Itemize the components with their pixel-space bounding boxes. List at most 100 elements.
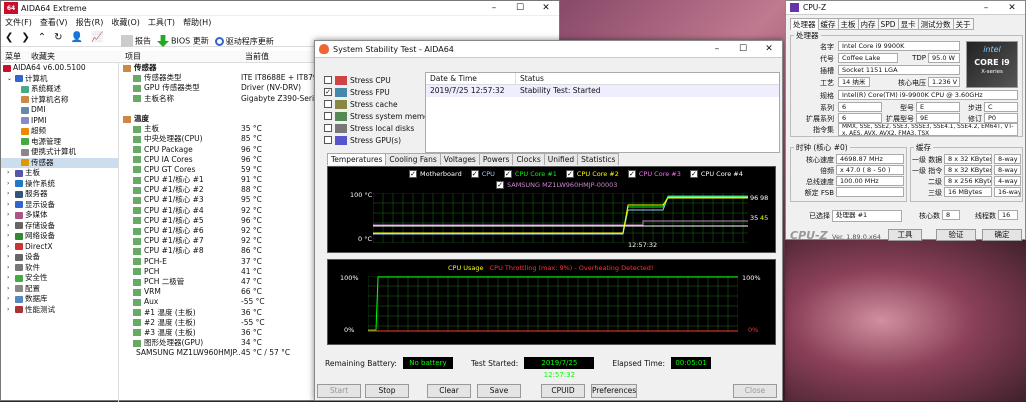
stress-checkbox[interactable]: ✓: [324, 88, 332, 96]
sensor-row[interactable]: SAMSUNG MZ1LW960HMJP... 45 °C / 57 °C: [121, 348, 321, 358]
close-button[interactable]: ✕: [533, 1, 559, 15]
sensor-row[interactable]: PCH 41 °C: [121, 267, 321, 277]
tree-item[interactable]: 传感器: [1, 157, 118, 168]
processor-select[interactable]: 处理器 #1: [832, 210, 902, 222]
sensor-row[interactable]: PCH 二极管 47 °C: [121, 277, 321, 287]
menu-view[interactable]: 查看(V): [40, 17, 68, 28]
expand-icon[interactable]: ›: [7, 231, 15, 242]
legend-item[interactable]: ✓ Motherboard: [406, 170, 462, 178]
chart-icon[interactable]: 📈: [91, 32, 103, 43]
stress-option[interactable]: Stress GPU(s): [321, 134, 436, 146]
tree-item[interactable]: › 配置: [1, 284, 118, 295]
start-button[interactable]: Start: [317, 384, 361, 398]
stress-option[interactable]: ✓ Stress FPU: [321, 86, 436, 98]
sensor-row[interactable]: CPU GT Cores 59 °C: [121, 165, 321, 175]
stress-option[interactable]: Stress CPU: [321, 74, 436, 86]
stress-checkbox[interactable]: [324, 136, 332, 144]
driver-update-button[interactable]: 驱动程序更新: [214, 36, 274, 47]
sensor-row[interactable]: CPU Package 96 °C: [121, 145, 321, 155]
tree-item[interactable]: IPMI: [1, 116, 118, 127]
ok-button[interactable]: 确定: [982, 229, 1022, 241]
sensor-row[interactable]: CPU #1/核心 #6 92 °C: [121, 226, 321, 236]
user-icon[interactable]: 👤: [71, 32, 83, 43]
tree-item[interactable]: › 多媒体: [1, 210, 118, 221]
tree-item[interactable]: › 安全性: [1, 273, 118, 284]
item-column-header[interactable]: 项目: [121, 51, 245, 62]
stability-minimize-button[interactable]: –: [704, 42, 730, 56]
sensor-row[interactable]: 温度: [121, 114, 321, 124]
sensor-row[interactable]: 主板 35 °C: [121, 124, 321, 134]
sensor-row[interactable]: CPU #1/核心 #2 88 °C: [121, 185, 321, 195]
tree-item[interactable]: › 软件: [1, 263, 118, 274]
legend-item[interactable]: ✓ CPU: [468, 170, 495, 178]
cpuz-minimize-button[interactable]: –: [973, 1, 999, 15]
preferences-button[interactable]: Preferences: [591, 384, 637, 398]
expand-icon[interactable]: ›: [7, 210, 15, 221]
stability-tab[interactable]: Temperatures: [327, 153, 387, 165]
legend-item[interactable]: ✓ CPU Core #4: [687, 170, 743, 178]
tree-item[interactable]: 系统概述: [1, 84, 118, 95]
forward-icon[interactable]: ❯: [21, 32, 29, 43]
log-header-status[interactable]: Status: [516, 73, 544, 84]
menu-help[interactable]: 帮助(H): [183, 17, 211, 28]
up-icon[interactable]: ⌃: [38, 32, 46, 43]
expand-icon[interactable]: ⌄: [7, 74, 15, 85]
stability-tab[interactable]: Unified: [543, 153, 579, 165]
sensor-row[interactable]: 图形处理器(GPU) 34 °C: [121, 338, 321, 348]
stability-maximize-button[interactable]: ☐: [730, 42, 756, 56]
back-icon[interactable]: ❮: [5, 32, 13, 43]
stress-option[interactable]: Stress local disks: [321, 122, 436, 134]
cpuz-tab[interactable]: 内存: [857, 18, 879, 30]
stability-tab[interactable]: Statistics: [577, 153, 620, 165]
clear-button[interactable]: Clear: [427, 384, 471, 398]
expand-icon[interactable]: ›: [7, 242, 15, 253]
sensor-row[interactable]: CPU #1/核心 #8 86 °C: [121, 246, 321, 256]
sensor-row[interactable]: 中央处理器(CPU) 85 °C: [121, 134, 321, 144]
stability-close-x-button[interactable]: ✕: [756, 42, 782, 56]
tree-item[interactable]: › 操作系统: [1, 179, 118, 190]
sensor-row[interactable]: Aux -55 °C: [121, 297, 321, 307]
sensor-row[interactable]: 传感器类型 ITE IT8688E + IT8795E: [121, 73, 321, 83]
expand-icon[interactable]: ›: [7, 179, 15, 190]
expand-icon[interactable]: ›: [7, 189, 15, 200]
stability-tab[interactable]: Voltages: [439, 153, 480, 165]
expand-icon[interactable]: ›: [7, 294, 15, 305]
expand-icon[interactable]: ›: [7, 263, 15, 274]
cpuz-close-x-button[interactable]: ✕: [999, 1, 1025, 15]
sensor-row[interactable]: CPU #1/核心 #7 92 °C: [121, 236, 321, 246]
expand-icon[interactable]: ›: [7, 273, 15, 284]
tree-item[interactable]: › 主板: [1, 168, 118, 179]
tree-item[interactable]: ⌄ 计算机: [1, 74, 118, 85]
sensor-row[interactable]: CPU #1/核心 #5 96 °C: [121, 216, 321, 226]
expand-icon[interactable]: ›: [7, 252, 15, 263]
tree-item[interactable]: › DirectX: [1, 242, 118, 253]
sensor-row[interactable]: PCH-E 37 °C: [121, 257, 321, 267]
tree-item[interactable]: › 网络设备: [1, 231, 118, 242]
stress-option[interactable]: Stress system memory: [321, 110, 436, 122]
tree-item[interactable]: 超频: [1, 126, 118, 137]
tree-item[interactable]: 电源管理: [1, 137, 118, 148]
legend-item[interactable]: ✓ CPU Core #3: [625, 170, 681, 178]
sensor-row[interactable]: CPU #1/核心 #3 95 °C: [121, 195, 321, 205]
refresh-icon[interactable]: ↻: [54, 32, 62, 43]
tree-item[interactable]: › 显示设备: [1, 200, 118, 211]
tree-item[interactable]: 计算机名称: [1, 95, 118, 106]
sensor-row[interactable]: CPU IA Cores 96 °C: [121, 155, 321, 165]
expand-icon[interactable]: ›: [7, 168, 15, 179]
stop-button[interactable]: Stop: [365, 384, 409, 398]
menu-tools[interactable]: 工具(T): [148, 17, 175, 28]
tree-item[interactable]: › 性能测试: [1, 305, 118, 316]
favorites-tab[interactable]: 收藏夹: [31, 51, 121, 62]
stability-tab[interactable]: Clocks: [512, 153, 545, 165]
sensor-row[interactable]: #2 温度 (主板) -55 °C: [121, 318, 321, 328]
sensor-row[interactable]: VRM 66 °C: [121, 287, 321, 297]
cpuz-tab[interactable]: SPD: [877, 18, 899, 30]
legend-item[interactable]: ✓ CPU Core #1: [501, 170, 557, 178]
save-button[interactable]: Save: [477, 384, 521, 398]
legend-item[interactable]: ✓ CPU Core #2: [563, 170, 619, 178]
menu-favorites[interactable]: 收藏(O): [111, 17, 140, 28]
cpuz-tab[interactable]: 关于: [952, 18, 974, 30]
report-button[interactable]: 报告: [121, 35, 151, 47]
expand-icon[interactable]: ›: [7, 200, 15, 211]
expand-icon[interactable]: ›: [7, 284, 15, 295]
